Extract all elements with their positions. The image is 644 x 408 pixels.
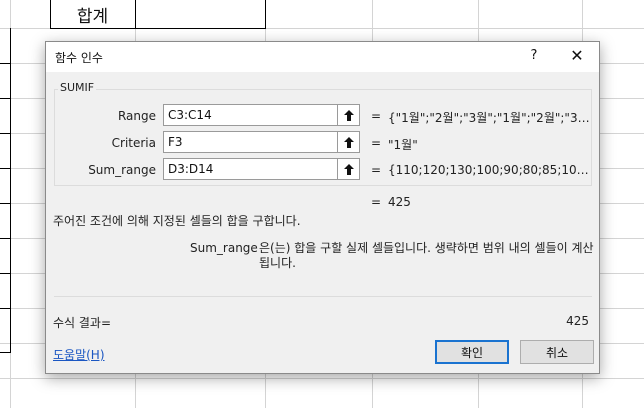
function-result-equals: =: [371, 195, 382, 209]
range-input[interactable]: [163, 104, 338, 126]
total-header-cell[interactable]: 합계: [50, 0, 135, 28]
formula-result-label: 수식 결과=: [53, 316, 112, 330]
function-description: 주어진 조건에 의해 지정된 셀들의 합을 구합니다.: [53, 214, 301, 228]
function-result-value: 425: [388, 195, 411, 209]
function-name-label: SUMIF: [58, 81, 97, 94]
range-equals: =: [371, 109, 382, 123]
criteria-label: Criteria: [111, 136, 156, 150]
collapse-dialog-icon[interactable]: [338, 104, 360, 126]
range-label: Range: [117, 109, 156, 123]
sum-range-input[interactable]: [163, 158, 338, 180]
dialog-title: 함수 인수: [55, 51, 103, 65]
argument-row-sum-range: Sum_range = {110;120;130;100;90;80;85;10…: [46, 158, 601, 182]
criteria-equals: =: [371, 136, 382, 150]
divider: [54, 296, 592, 297]
help-icon[interactable]: ?: [524, 46, 544, 66]
parameter-name: Sum_range: [190, 241, 258, 255]
sum-range-equals: =: [371, 163, 382, 177]
argument-row-range: Range = {"1월";"2월";"3월";"1월";"2월";"3월"..…: [46, 104, 601, 128]
formula-result-value: 425: [566, 314, 589, 328]
parameter-description: 은(는) 합을 구할 실제 셀들입니다. 생략하면 범위 내의 셀들이 계산됩니…: [259, 241, 594, 270]
criteria-input[interactable]: [163, 131, 338, 153]
criteria-evaluated-value: "1월": [388, 138, 418, 152]
range-evaluated-value: {"1월";"2월";"3월";"1월";"2월";"3월"...: [388, 111, 593, 125]
close-icon[interactable]: ✕: [566, 46, 588, 66]
collapse-dialog-icon[interactable]: [338, 158, 360, 180]
sum-range-evaluated-value: {110;120;130;100;90;80;85;100;95...: [388, 163, 593, 177]
dialog-titlebar[interactable]: 함수 인수 ? ✕: [46, 42, 599, 72]
collapse-dialog-icon[interactable]: [338, 131, 360, 153]
help-link[interactable]: 도움말(H): [53, 346, 105, 363]
sum-range-label: Sum_range: [88, 163, 156, 177]
ok-button[interactable]: 확인: [435, 340, 509, 364]
argument-row-criteria: Criteria = "1월": [46, 131, 601, 155]
function-arguments-dialog: 함수 인수 ? ✕ SUMIF Range = {"1월";"2월";"3월";…: [45, 41, 600, 374]
cancel-button[interactable]: 취소: [520, 340, 594, 364]
